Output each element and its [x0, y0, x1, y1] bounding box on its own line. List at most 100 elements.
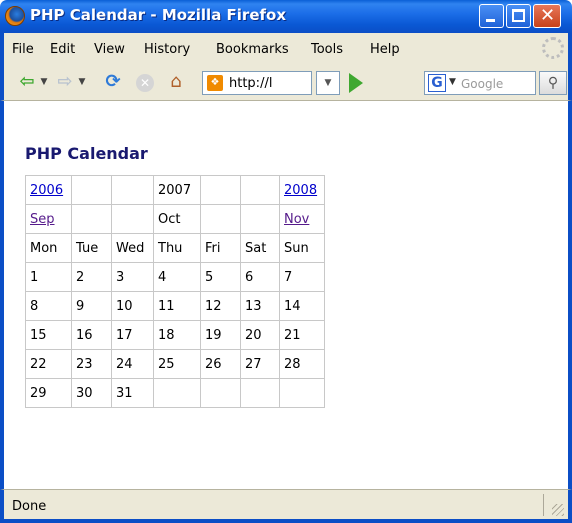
- day-cell: 26: [200, 349, 241, 379]
- day-cell: 29: [25, 378, 72, 408]
- address-bar[interactable]: ❖ http://l: [202, 71, 312, 95]
- navigation-toolbar: ⇦ ▼ ⇨ ▼ ⟳ ✕ ⌂ ❖ http://l ▼ G ▼ Google ⚲: [0, 65, 572, 101]
- home-button[interactable]: ⌂: [164, 71, 188, 93]
- back-history-dropdown[interactable]: ▼: [38, 71, 50, 93]
- week-row: 29 30 31: [25, 378, 325, 408]
- prev-year-link[interactable]: 2006: [30, 183, 63, 198]
- close-button[interactable]: ✕: [533, 4, 561, 28]
- firefox-icon: [5, 6, 25, 26]
- calendar-cell: [111, 175, 154, 205]
- day-cell: 11: [153, 291, 201, 321]
- day-cell: 22: [25, 349, 72, 379]
- weekday-header-row: Mon Tue Wed Thu Fri Sat Sun: [25, 233, 325, 263]
- status-text: Done: [12, 499, 47, 514]
- day-cell: 30: [71, 378, 112, 408]
- week-row: 15 16 17 18 19 20 21: [25, 320, 325, 350]
- prev-year-cell: 2006: [25, 175, 72, 205]
- menu-view[interactable]: View: [94, 42, 125, 57]
- reload-button[interactable]: ⟳: [102, 71, 124, 93]
- search-engine-dropdown-icon[interactable]: ▼: [449, 77, 456, 87]
- menu-file[interactable]: File: [12, 42, 34, 57]
- page-title: PHP Calendar: [25, 144, 148, 163]
- next-year-link[interactable]: 2008: [284, 183, 317, 198]
- search-engine-icon[interactable]: G: [428, 74, 446, 92]
- menu-bar: File Edit View History Bookmarks Tools H…: [0, 33, 572, 65]
- day-cell: 15: [25, 320, 72, 350]
- minimize-button[interactable]: [479, 4, 504, 28]
- maximize-button[interactable]: [506, 4, 531, 28]
- next-month-link[interactable]: Nov: [284, 212, 309, 227]
- forward-history-dropdown[interactable]: ▼: [76, 71, 88, 93]
- day-cell: 17: [111, 320, 154, 350]
- window-title: PHP Calendar - Mozilla Firefox: [30, 6, 287, 24]
- window-titlebar[interactable]: PHP Calendar - Mozilla Firefox ✕: [0, 0, 572, 33]
- activity-throbber-icon: [542, 37, 564, 59]
- site-favicon-icon: ❖: [207, 75, 223, 91]
- magnifier-icon: ⚲: [547, 75, 559, 91]
- day-cell: 12: [200, 291, 241, 321]
- menu-edit[interactable]: Edit: [50, 42, 75, 57]
- resize-grip-icon[interactable]: [552, 504, 564, 516]
- day-cell: 25: [153, 349, 201, 379]
- day-cell: 14: [279, 291, 325, 321]
- day-cell: 1: [25, 262, 72, 292]
- stop-icon: ✕: [136, 74, 154, 92]
- week-row: 8 9 10 11 12 13 14: [25, 291, 325, 321]
- page-content: PHP Calendar 2006 2007 2008 Sep Oct Nov …: [0, 101, 572, 489]
- address-history-dropdown[interactable]: ▼: [316, 71, 340, 95]
- day-cell: 24: [111, 349, 154, 379]
- day-cell: 2: [71, 262, 112, 292]
- next-month-cell: Nov: [279, 204, 325, 234]
- prev-month-cell: Sep: [25, 204, 72, 234]
- search-box[interactable]: G ▼ Google: [424, 71, 536, 95]
- status-divider: [543, 494, 544, 516]
- next-year-cell: 2008: [279, 175, 325, 205]
- day-cell: 23: [71, 349, 112, 379]
- month-nav-row: Sep Oct Nov: [25, 204, 325, 234]
- current-month: Oct: [153, 204, 201, 234]
- go-button[interactable]: [349, 73, 363, 93]
- current-year: 2007: [153, 175, 201, 205]
- calendar-cell: [200, 204, 241, 234]
- day-cell: 16: [71, 320, 112, 350]
- week-row: 22 23 24 25 26 27 28: [25, 349, 325, 379]
- search-button[interactable]: ⚲: [539, 71, 567, 95]
- maximize-icon: [512, 9, 525, 22]
- day-cell: 20: [240, 320, 280, 350]
- day-cell: 21: [279, 320, 325, 350]
- day-cell: 6: [240, 262, 280, 292]
- prev-month-link[interactable]: Sep: [30, 212, 55, 227]
- calendar-cell: [240, 204, 280, 234]
- day-cell: 27: [240, 349, 280, 379]
- day-cell: 8: [25, 291, 72, 321]
- menu-history[interactable]: History: [144, 42, 190, 57]
- forward-button[interactable]: ⇨: [54, 71, 76, 93]
- address-input[interactable]: http://l: [229, 76, 311, 91]
- day-cell: [240, 378, 280, 408]
- stop-button[interactable]: ✕: [134, 71, 156, 93]
- calendar-cell: [200, 175, 241, 205]
- day-cell: 5: [200, 262, 241, 292]
- menu-bookmarks[interactable]: Bookmarks: [216, 42, 289, 57]
- weekday-header: Wed: [111, 233, 154, 263]
- weekday-header: Fri: [200, 233, 241, 263]
- menu-tools[interactable]: Tools: [311, 42, 343, 57]
- calendar-cell: [71, 204, 112, 234]
- calendar-cell: [240, 175, 280, 205]
- weekday-header: Sun: [279, 233, 325, 263]
- minimize-icon: [486, 19, 495, 22]
- day-cell: 28: [279, 349, 325, 379]
- back-button[interactable]: ⇦: [16, 71, 38, 93]
- weekday-header: Thu: [153, 233, 201, 263]
- week-row: 1 2 3 4 5 6 7: [25, 262, 325, 292]
- calendar-table: 2006 2007 2008 Sep Oct Nov Mon Tue Wed T…: [25, 175, 325, 408]
- day-cell: 10: [111, 291, 154, 321]
- status-bar: Done: [0, 489, 572, 523]
- menu-help[interactable]: Help: [370, 42, 400, 57]
- weekday-header: Sat: [240, 233, 280, 263]
- calendar-cell: [71, 175, 112, 205]
- day-cell: 7: [279, 262, 325, 292]
- day-cell: 19: [200, 320, 241, 350]
- day-cell: 3: [111, 262, 154, 292]
- search-input[interactable]: Google: [461, 77, 503, 91]
